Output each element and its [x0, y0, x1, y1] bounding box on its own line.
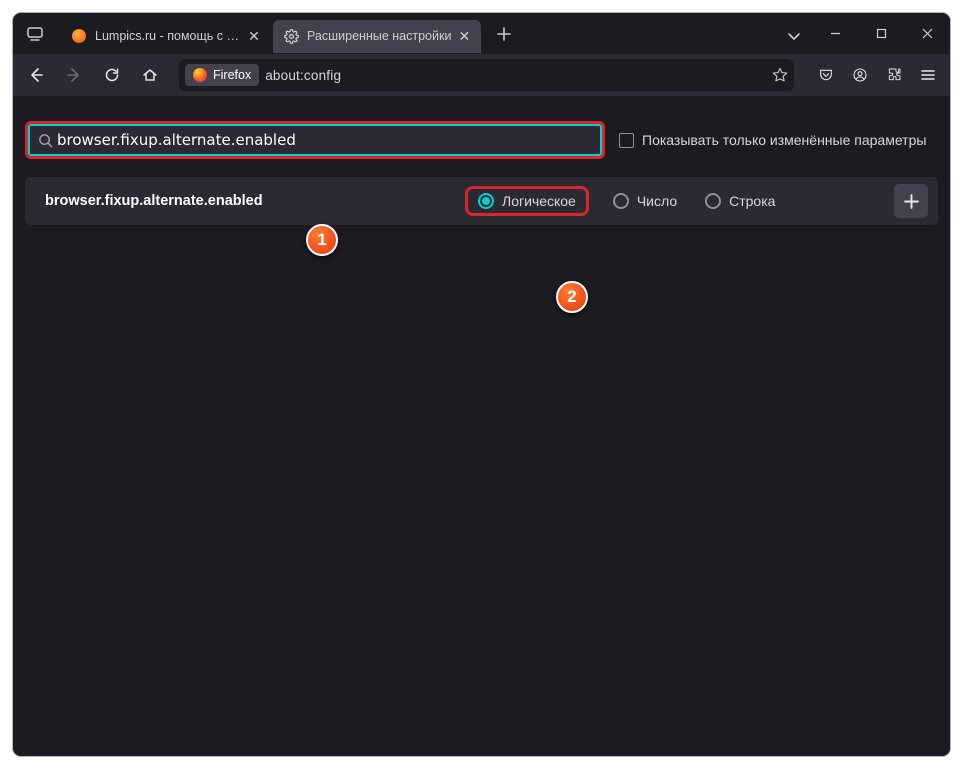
minimize-icon [830, 28, 841, 39]
search-icon [38, 133, 53, 148]
reload-icon [104, 67, 120, 83]
plus-icon [904, 194, 919, 209]
pref-type-radios: Логическое Число Строка [465, 186, 884, 216]
radio-icon [478, 193, 494, 209]
firefox-window: Lumpics.ru - помощь с компь ✕ Расширенны… [13, 13, 950, 756]
search-row: Показывать только изменённые параметры [13, 96, 950, 159]
firefox-logo-icon [193, 68, 207, 82]
radio-label: Логическое [502, 193, 576, 209]
arrow-left-icon [28, 67, 44, 83]
plus-icon [497, 27, 511, 41]
annotation-number: 2 [567, 287, 576, 307]
checkbox-icon [619, 133, 634, 148]
puzzle-icon [886, 67, 902, 83]
about-config-content: Показывать только изменённые параметры b… [13, 96, 950, 756]
annotation-number: 1 [317, 230, 326, 250]
tab-close-button[interactable]: ✕ [245, 27, 263, 45]
extensions-button[interactable] [878, 60, 910, 90]
toolbar-right [810, 60, 944, 90]
new-tab-button[interactable] [489, 19, 519, 49]
tab-close-button[interactable]: ✕ [455, 27, 473, 45]
pref-row: browser.fixup.alternate.enabled Логическ… [25, 177, 938, 225]
gear-icon [283, 28, 299, 44]
chevron-down-icon [787, 31, 801, 41]
bookmark-button[interactable] [772, 67, 788, 83]
minimize-button[interactable] [812, 13, 858, 54]
save-to-pocket-button[interactable] [810, 60, 842, 90]
tab-lumpics[interactable]: Lumpics.ru - помощь с компь ✕ [61, 20, 271, 53]
account-icon [852, 67, 868, 83]
hamburger-icon [920, 67, 936, 83]
reload-button[interactable] [95, 60, 129, 90]
radio-icon [705, 193, 721, 209]
config-search-input[interactable] [57, 126, 594, 154]
close-icon: ✕ [459, 29, 471, 43]
forward-button[interactable] [57, 60, 91, 90]
annotation-badge-1: 1 [306, 224, 338, 256]
maximize-button[interactable] [858, 13, 904, 54]
arrow-right-icon [66, 67, 82, 83]
window-controls [812, 13, 950, 54]
add-pref-button[interactable] [894, 184, 928, 218]
account-button[interactable] [844, 60, 876, 90]
app-menu-button[interactable] [912, 60, 944, 90]
home-button[interactable] [133, 60, 167, 90]
home-icon [142, 67, 158, 83]
tab-overview-icon [27, 27, 43, 41]
tab-strip: Lumpics.ru - помощь с компь ✕ Расширенны… [57, 13, 483, 54]
tab-label: Расширенные настройки [307, 29, 451, 43]
pocket-icon [818, 67, 834, 83]
radio-boolean[interactable]: Логическое [465, 186, 589, 216]
radio-label: Число [637, 193, 677, 209]
lumpics-favicon [71, 28, 87, 44]
maximize-icon [876, 28, 887, 39]
tab-about-config[interactable]: Расширенные настройки ✕ [273, 20, 481, 53]
radio-icon [613, 193, 629, 209]
radio-number[interactable]: Число [609, 191, 681, 211]
pref-name: browser.fixup.alternate.enabled [45, 193, 455, 209]
radio-string[interactable]: Строка [701, 191, 779, 211]
url-bar[interactable]: Firefox about:config [179, 59, 794, 91]
close-icon [922, 28, 933, 39]
tab-overview-button[interactable] [13, 13, 57, 54]
back-button[interactable] [19, 60, 53, 90]
identity-firefox-chip[interactable]: Firefox [185, 64, 259, 86]
show-modified-checkbox[interactable]: Показывать только изменённые параметры [619, 132, 926, 148]
config-search-highlight [25, 121, 605, 159]
nav-toolbar: Firefox about:config [13, 54, 950, 96]
window-close-button[interactable] [904, 13, 950, 54]
titlebar: Lumpics.ru - помощь с компь ✕ Расширенны… [13, 13, 950, 54]
identity-label: Firefox [213, 68, 251, 82]
show-modified-label: Показывать только изменённые параметры [642, 132, 926, 148]
list-all-tabs-button[interactable] [776, 17, 812, 54]
radio-label: Строка [729, 193, 775, 209]
tab-label: Lumpics.ru - помощь с компь [95, 29, 241, 43]
annotation-badge-2: 2 [556, 281, 588, 313]
url-text: about:config [265, 68, 341, 83]
close-icon: ✕ [248, 29, 260, 43]
star-icon [772, 67, 788, 83]
